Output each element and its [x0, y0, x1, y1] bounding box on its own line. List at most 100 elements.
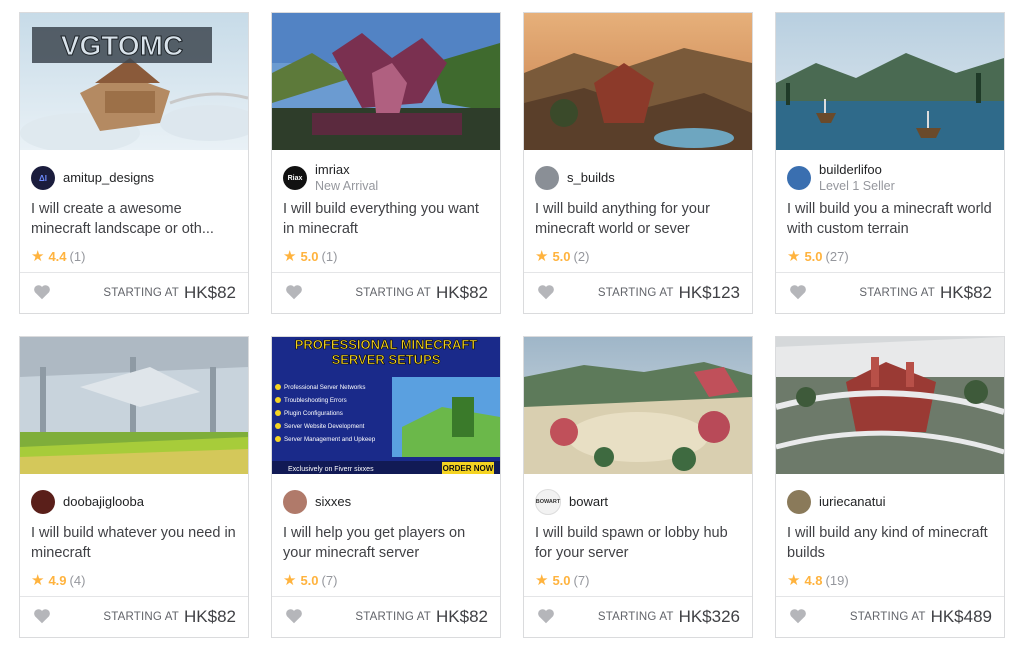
- gig-thumbnail[interactable]: PROFESSIONAL MINECRAFT SERVER SETUPS Pro…: [272, 337, 500, 474]
- svg-text:Server Management and Upkeep: Server Management and Upkeep: [284, 436, 376, 443]
- heart-icon[interactable]: [789, 284, 807, 300]
- gig-rating: ★ 4.4 (1): [31, 247, 85, 265]
- gig-card[interactable]: Riax imriax New Arrival I will build eve…: [271, 12, 501, 314]
- rating-score: 4.9: [48, 572, 67, 588]
- gig-rating: ★ 4.9 (4): [31, 571, 85, 589]
- seller-info: s_builds: [535, 163, 615, 193]
- price-label: STARTING AT: [355, 287, 432, 299]
- rating-count: (19): [825, 572, 849, 588]
- gig-thumbnail[interactable]: [524, 13, 752, 150]
- gig-price[interactable]: STARTING AT HK$82: [355, 273, 488, 313]
- star-icon: ★: [283, 572, 297, 589]
- gig-card[interactable]: doobajiglooba I will build whatever you …: [19, 336, 249, 638]
- gig-price[interactable]: STARTING AT HK$82: [355, 597, 488, 637]
- svg-text:Exclusively on Fiverr sixxes: Exclusively on Fiverr sixxes: [288, 466, 374, 473]
- seller-name[interactable]: doobajiglooba: [63, 494, 144, 510]
- star-icon: ★: [787, 248, 801, 265]
- heart-icon[interactable]: [33, 284, 51, 300]
- gig-title[interactable]: I will build anything for your minecraft…: [535, 199, 741, 239]
- seller-level: New Arrival: [315, 179, 379, 193]
- gig-price[interactable]: STARTING AT HK$326: [598, 597, 740, 637]
- rating-count: (27): [825, 248, 849, 264]
- gig-title[interactable]: I will build everything you want in mine…: [283, 199, 489, 239]
- gig-thumbnail[interactable]: [776, 13, 1004, 150]
- price-value: HK$82: [940, 283, 992, 302]
- heart-icon[interactable]: [285, 284, 303, 300]
- seller-name[interactable]: imriax: [315, 162, 378, 178]
- gig-thumbnail[interactable]: [272, 13, 500, 150]
- price-label: STARTING AT: [103, 287, 180, 299]
- seller-avatar[interactable]: BOWART: [535, 489, 561, 515]
- gig-footer: STARTING AT HK$82: [776, 272, 1004, 313]
- rating-count: (4): [69, 572, 86, 588]
- seller-name[interactable]: s_builds: [567, 170, 615, 186]
- gig-footer: STARTING AT HK$82: [20, 596, 248, 637]
- price-label: STARTING AT: [355, 611, 432, 623]
- price-value: HK$82: [436, 283, 488, 302]
- seller-avatar[interactable]: [787, 490, 811, 514]
- price-label: STARTING AT: [103, 611, 180, 623]
- heart-icon[interactable]: [285, 608, 303, 624]
- seller-name[interactable]: amitup_designs: [63, 170, 154, 186]
- thumbnail-image: [776, 337, 1004, 474]
- gig-rating: ★ 5.0 (27): [787, 247, 849, 265]
- gig-card[interactable]: builderlifoo Level 1 Seller I will build…: [775, 12, 1005, 314]
- gig-title[interactable]: I will build spawn or lobby hub for your…: [535, 523, 741, 563]
- price-value: HK$82: [184, 283, 236, 302]
- thumbnail-image: [524, 13, 752, 150]
- gig-card[interactable]: BOWART bowart I will build spawn or lobb…: [523, 336, 753, 638]
- gig-grid: VGTOMC ΔI amitup_designs I will create a…: [0, 0, 1021, 650]
- gig-thumbnail[interactable]: [776, 337, 1004, 474]
- rating-score: 4.8: [804, 572, 823, 588]
- price-value: HK$326: [678, 607, 740, 626]
- heart-icon[interactable]: [33, 608, 51, 624]
- seller-name[interactable]: sixxes: [315, 494, 351, 510]
- rating-score: 5.0: [300, 248, 319, 264]
- gig-price[interactable]: STARTING AT HK$489: [850, 597, 992, 637]
- heart-icon[interactable]: [789, 608, 807, 624]
- seller-avatar[interactable]: ΔI: [31, 166, 55, 190]
- gig-price[interactable]: STARTING AT HK$82: [103, 597, 236, 637]
- seller-info: doobajiglooba: [31, 487, 144, 517]
- heart-icon[interactable]: [537, 284, 555, 300]
- seller-avatar[interactable]: [787, 166, 811, 190]
- seller-name[interactable]: builderlifoo: [819, 162, 895, 178]
- seller-avatar[interactable]: [535, 166, 559, 190]
- seller-name[interactable]: bowart: [569, 494, 608, 510]
- gig-title[interactable]: I will help you get players on your mine…: [283, 523, 489, 563]
- gig-price[interactable]: STARTING AT HK$82: [859, 273, 992, 313]
- gig-title[interactable]: I will build any kind of minecraft build…: [787, 523, 993, 563]
- gig-card[interactable]: VGTOMC ΔI amitup_designs I will create a…: [19, 12, 249, 314]
- seller-avatar[interactable]: [283, 490, 307, 514]
- thumbnail-image: [272, 13, 500, 150]
- gig-card[interactable]: s_builds I will build anything for your …: [523, 12, 753, 314]
- gig-card[interactable]: PROFESSIONAL MINECRAFT SERVER SETUPS Pro…: [271, 336, 501, 638]
- seller-name[interactable]: iuriecanatui: [819, 494, 886, 510]
- seller-avatar[interactable]: [31, 490, 55, 514]
- gig-thumbnail[interactable]: [20, 337, 248, 474]
- gig-price[interactable]: STARTING AT HK$82: [103, 273, 236, 313]
- thumbnail-image: [524, 337, 752, 474]
- heart-icon[interactable]: [537, 608, 555, 624]
- seller-level: Level 1 Seller: [819, 179, 895, 193]
- seller-info: sixxes: [283, 487, 351, 517]
- gig-title[interactable]: I will build whatever you need in minecr…: [31, 523, 237, 563]
- price-value: HK$123: [678, 283, 740, 302]
- thumbnail-image: VGTOMC: [20, 13, 248, 150]
- seller-avatar[interactable]: Riax: [283, 166, 307, 190]
- gig-title[interactable]: I will create a awesome minecraft landsc…: [31, 199, 237, 239]
- gig-footer: STARTING AT HK$326: [524, 596, 752, 637]
- gig-price[interactable]: STARTING AT HK$123: [598, 273, 740, 313]
- gig-footer: STARTING AT HK$123: [524, 272, 752, 313]
- gig-thumbnail[interactable]: VGTOMC: [20, 13, 248, 150]
- rating-score: 5.0: [804, 248, 823, 264]
- gig-thumbnail[interactable]: [524, 337, 752, 474]
- seller-info: BOWART bowart: [535, 487, 608, 517]
- svg-text:Plugin Configurations: Plugin Configurations: [284, 410, 343, 417]
- price-value: HK$82: [436, 607, 488, 626]
- gig-footer: STARTING AT HK$82: [20, 272, 248, 313]
- gig-title[interactable]: I will build you a minecraft world with …: [787, 199, 993, 239]
- rating-count: (1): [69, 248, 86, 264]
- gig-card[interactable]: iuriecanatui I will build any kind of mi…: [775, 336, 1005, 638]
- svg-text:VGTOMC: VGTOMC: [61, 30, 183, 61]
